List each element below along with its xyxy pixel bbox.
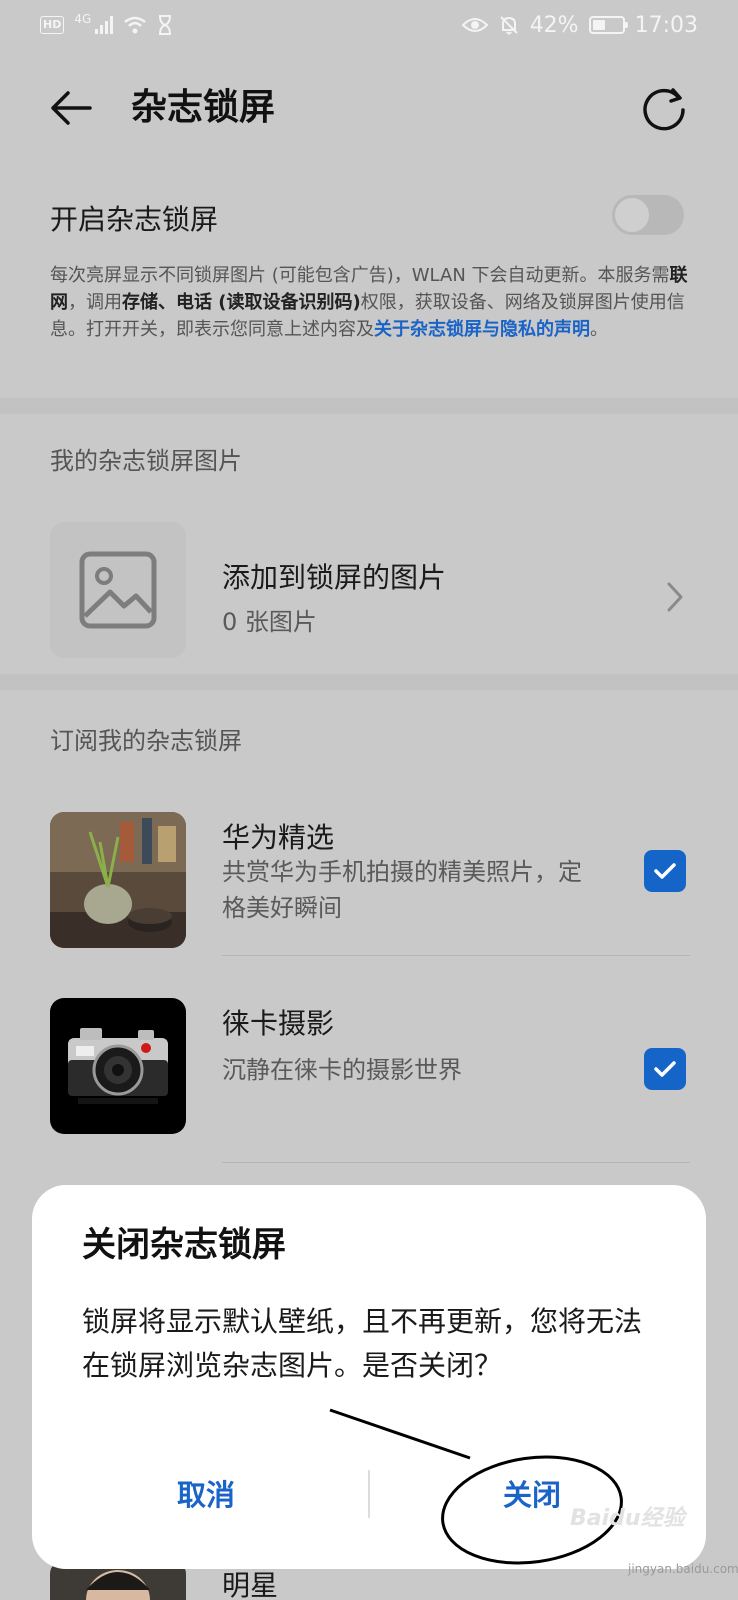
subscription-title: 徕卡摄影 xyxy=(222,1007,335,1040)
subscription-subtitle: 共赏华为手机拍摄的精美照片，定格美好瞬间 xyxy=(222,858,582,922)
section-divider xyxy=(0,398,738,414)
back-arrow-icon[interactable] xyxy=(46,84,94,132)
watermark-url: jingyan.baidu.com xyxy=(628,1562,738,1576)
leica-photography-thumbnail xyxy=(50,998,186,1134)
checkbox-checked-icon xyxy=(654,1061,676,1077)
image-placeholder-icon xyxy=(79,551,157,629)
cancel-button[interactable]: 取消 xyxy=(46,1463,366,1527)
subscription-subtitle: 沉静在徕卡的摄影世界 xyxy=(222,1056,462,1084)
subscription-title: 明星 xyxy=(222,1569,279,1600)
watermark-logo: Baidu经验 xyxy=(570,1506,685,1531)
network-type: 4G xyxy=(74,12,92,26)
chevron-right-icon xyxy=(667,582,683,612)
enable-magazine-lockscreen-row[interactable]: 开启杂志锁屏 xyxy=(50,190,690,250)
signal-icon xyxy=(95,16,114,34)
enable-magazine-lockscreen-label: 开启杂志锁屏 xyxy=(50,203,219,236)
huawei-selection-image xyxy=(50,812,186,948)
leica-photography-checkbox[interactable] xyxy=(644,1048,686,1090)
subscription-title: 华为精选 xyxy=(222,821,335,854)
battery-percent: 42% xyxy=(529,12,579,38)
mute-bell-icon xyxy=(499,16,518,35)
description-text: ，调用 xyxy=(68,292,122,313)
eye-icon xyxy=(461,18,488,32)
list-separator xyxy=(222,1162,690,1163)
dialog-title: 关闭杂志锁屏 xyxy=(82,1225,286,1265)
huawei-selection-thumbnail xyxy=(50,812,186,948)
huawei-selection-checkbox[interactable] xyxy=(644,850,686,892)
subscriptions-section-title: 订阅我的杂志锁屏 xyxy=(50,727,242,755)
battery-icon xyxy=(588,16,628,34)
refresh-icon[interactable] xyxy=(640,84,688,132)
added-pictures-count: 0 张图片 xyxy=(222,608,317,636)
my-pictures-section-title: 我的杂志锁屏图片 xyxy=(50,447,242,475)
hd-icon: HD xyxy=(40,16,65,34)
dialog-message: 锁屏将显示默认壁纸，且不再更新，您将无法在锁屏浏览杂志图片。是否关闭？ xyxy=(82,1305,643,1382)
section-divider xyxy=(0,674,738,690)
app-bar: 杂志锁屏 xyxy=(0,62,738,152)
image-placeholder-thumb xyxy=(50,522,186,658)
status-bar: HD 4G 42% 17:03 xyxy=(0,0,738,50)
description-permissions: 存储、电话 (读取设备识别码) xyxy=(122,292,361,313)
added-pictures-title: 添加到锁屏的图片 xyxy=(222,561,447,594)
description-text: 每次亮屏显示不同锁屏图片 (可能包含广告)，WLAN 下会自动更新。本服务需 xyxy=(50,265,670,286)
privacy-statement-link[interactable]: 关于杂志锁屏与隐私的声明 xyxy=(374,319,590,340)
wifi-icon xyxy=(124,16,147,34)
enable-magazine-lockscreen-switch[interactable] xyxy=(612,195,684,235)
switch-knob xyxy=(615,198,649,232)
leica-camera-image xyxy=(50,998,186,1134)
description-text: 。 xyxy=(590,319,608,340)
checkbox-checked-icon xyxy=(654,863,676,879)
hourglass-icon xyxy=(159,15,172,35)
service-description: 每次亮屏显示不同锁屏图片 (可能包含广告)，WLAN 下会自动更新。本服务需联网… xyxy=(50,262,690,343)
dialog-button-divider xyxy=(368,1470,370,1518)
clock: 17:03 xyxy=(634,12,698,38)
list-separator xyxy=(222,955,690,956)
page-title: 杂志锁屏 xyxy=(131,87,276,128)
